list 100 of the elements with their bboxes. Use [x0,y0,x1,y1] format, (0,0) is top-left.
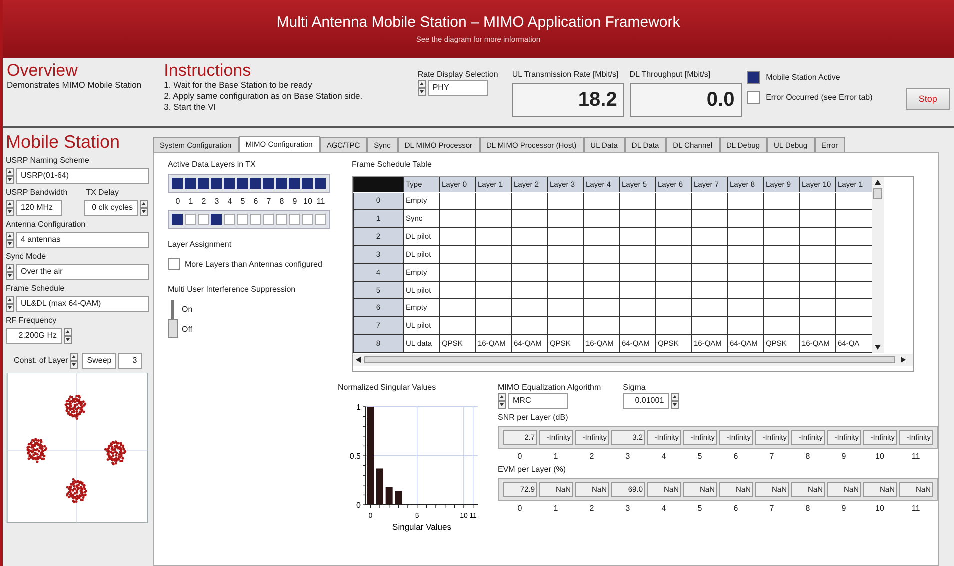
table-cell [728,298,764,317]
array-index: 0 [516,452,524,461]
table-cell [584,281,620,299]
table-cell [656,245,692,264]
table-cell [476,316,512,335]
spinner-arrows[interactable] [70,352,78,368]
spinner-arrows[interactable] [6,296,14,312]
instruction-step: 1. Wait for the Base Station to be ready [164,80,418,91]
array-index: 3 [624,504,632,513]
table-cell [800,298,836,317]
field-label: TX Delay [86,186,119,198]
table-cell [548,228,584,246]
spinner-arrows[interactable] [140,200,148,216]
checkbox[interactable] [168,258,180,270]
spinner-arrows[interactable] [64,328,72,344]
layer-index: 3 [214,197,220,206]
table-cell [584,228,620,246]
algorithm-field[interactable]: MRC [508,393,568,409]
table-cell [800,228,836,246]
table-cell [440,210,476,228]
rate-display-field[interactable]: PHY [428,80,488,96]
array-index: 4 [660,504,668,513]
bandwidth-field[interactable]: 120 MHz [16,200,62,216]
table-cell [620,281,656,299]
indicator-label: UL Transmission Rate [Mbit/s] [512,69,620,80]
layer-index: 10 [302,197,314,206]
table-cell [656,228,692,246]
horizontal-scrollbar[interactable] [353,354,913,366]
layer-index: 4 [226,197,234,206]
layer-index: 9 [292,197,298,206]
layer-index: 2 [200,197,208,206]
tick-label: 0.5 [350,452,361,461]
table-cell [440,281,476,299]
table-cell [512,298,548,317]
led-label: Mobile Station Active [766,72,840,83]
frequency-field[interactable]: 2.200G Hz [6,328,62,344]
array-index: 2 [588,504,596,513]
array-index: 4 [660,452,668,461]
table-cell [656,316,692,335]
array-index: 10 [874,452,886,461]
sigma-field[interactable]: 0.01001 [623,393,670,409]
tx-delay-field[interactable]: 0 clk cycles [84,200,138,216]
section-heading: Overview [7,61,79,80]
bar [395,491,402,505]
ring-field[interactable]: USRP(01-64) [16,168,149,184]
table-cell [692,245,728,264]
table-cell [728,245,764,264]
array-index: 1 [552,504,560,513]
table-cell [476,228,512,246]
table-cell [764,298,800,317]
section-heading: Instructions [164,61,252,80]
array-index: 9 [840,452,848,461]
table-cell [584,192,620,210]
table-cell [548,245,584,264]
checkbox-label: More Layers than Antennas configured [185,258,322,270]
spinner-arrows[interactable] [418,80,426,96]
table-cell [512,210,548,228]
spinner-arrows[interactable] [6,168,14,184]
ring-field[interactable]: 4 antennas [16,232,149,248]
tick-label: 1 [356,403,361,412]
led-label: Error Occurred (see Error tab) [766,92,873,103]
array-index: 9 [840,504,848,513]
table-cell [548,192,584,210]
spinner-arrows[interactable] [498,393,506,409]
table-cell [620,298,656,317]
array-index: 5 [696,504,704,513]
table-cell [476,263,512,282]
mode-field[interactable]: Sweep [82,352,116,368]
corner-cell [354,177,404,192]
table-cell [728,192,764,210]
vertical-scrollbar[interactable] [872,177,884,353]
table-cell [512,281,548,299]
table-cell [656,210,692,228]
table-cell [512,192,548,210]
table-cell [440,263,476,282]
spinner-arrows[interactable] [671,393,680,409]
table-cell [728,316,764,335]
ring-field[interactable]: Over the air [16,264,149,280]
array-index: 6 [732,504,740,513]
table-cell [440,316,476,335]
spinner-arrows[interactable] [6,264,14,280]
table-cell [584,263,620,282]
table-cell [620,228,656,246]
field-label: Antenna Configuration [6,218,87,230]
axis-title: Singular Values [392,522,452,532]
layer-index: 6 [252,197,260,206]
ring-field[interactable]: UL&DL (max 64-QAM) [16,296,149,312]
indicator-label: DL Throughput [Mbit/s] [630,69,712,80]
table-cell [440,192,476,210]
field-label: EVM per Layer (%) [498,464,568,475]
field-label: USRP Naming Scheme [6,154,90,166]
spinner-arrows[interactable] [6,232,14,248]
toggle-switch[interactable] [168,299,178,339]
table-cell [548,210,584,228]
table-cell [476,298,512,317]
spinner-arrows[interactable] [6,200,14,216]
stop-button[interactable]: Stop [906,88,950,110]
table-cell [584,245,620,264]
layer-field[interactable]: 3 [118,352,142,368]
section-heading: Mobile Station [6,132,122,152]
